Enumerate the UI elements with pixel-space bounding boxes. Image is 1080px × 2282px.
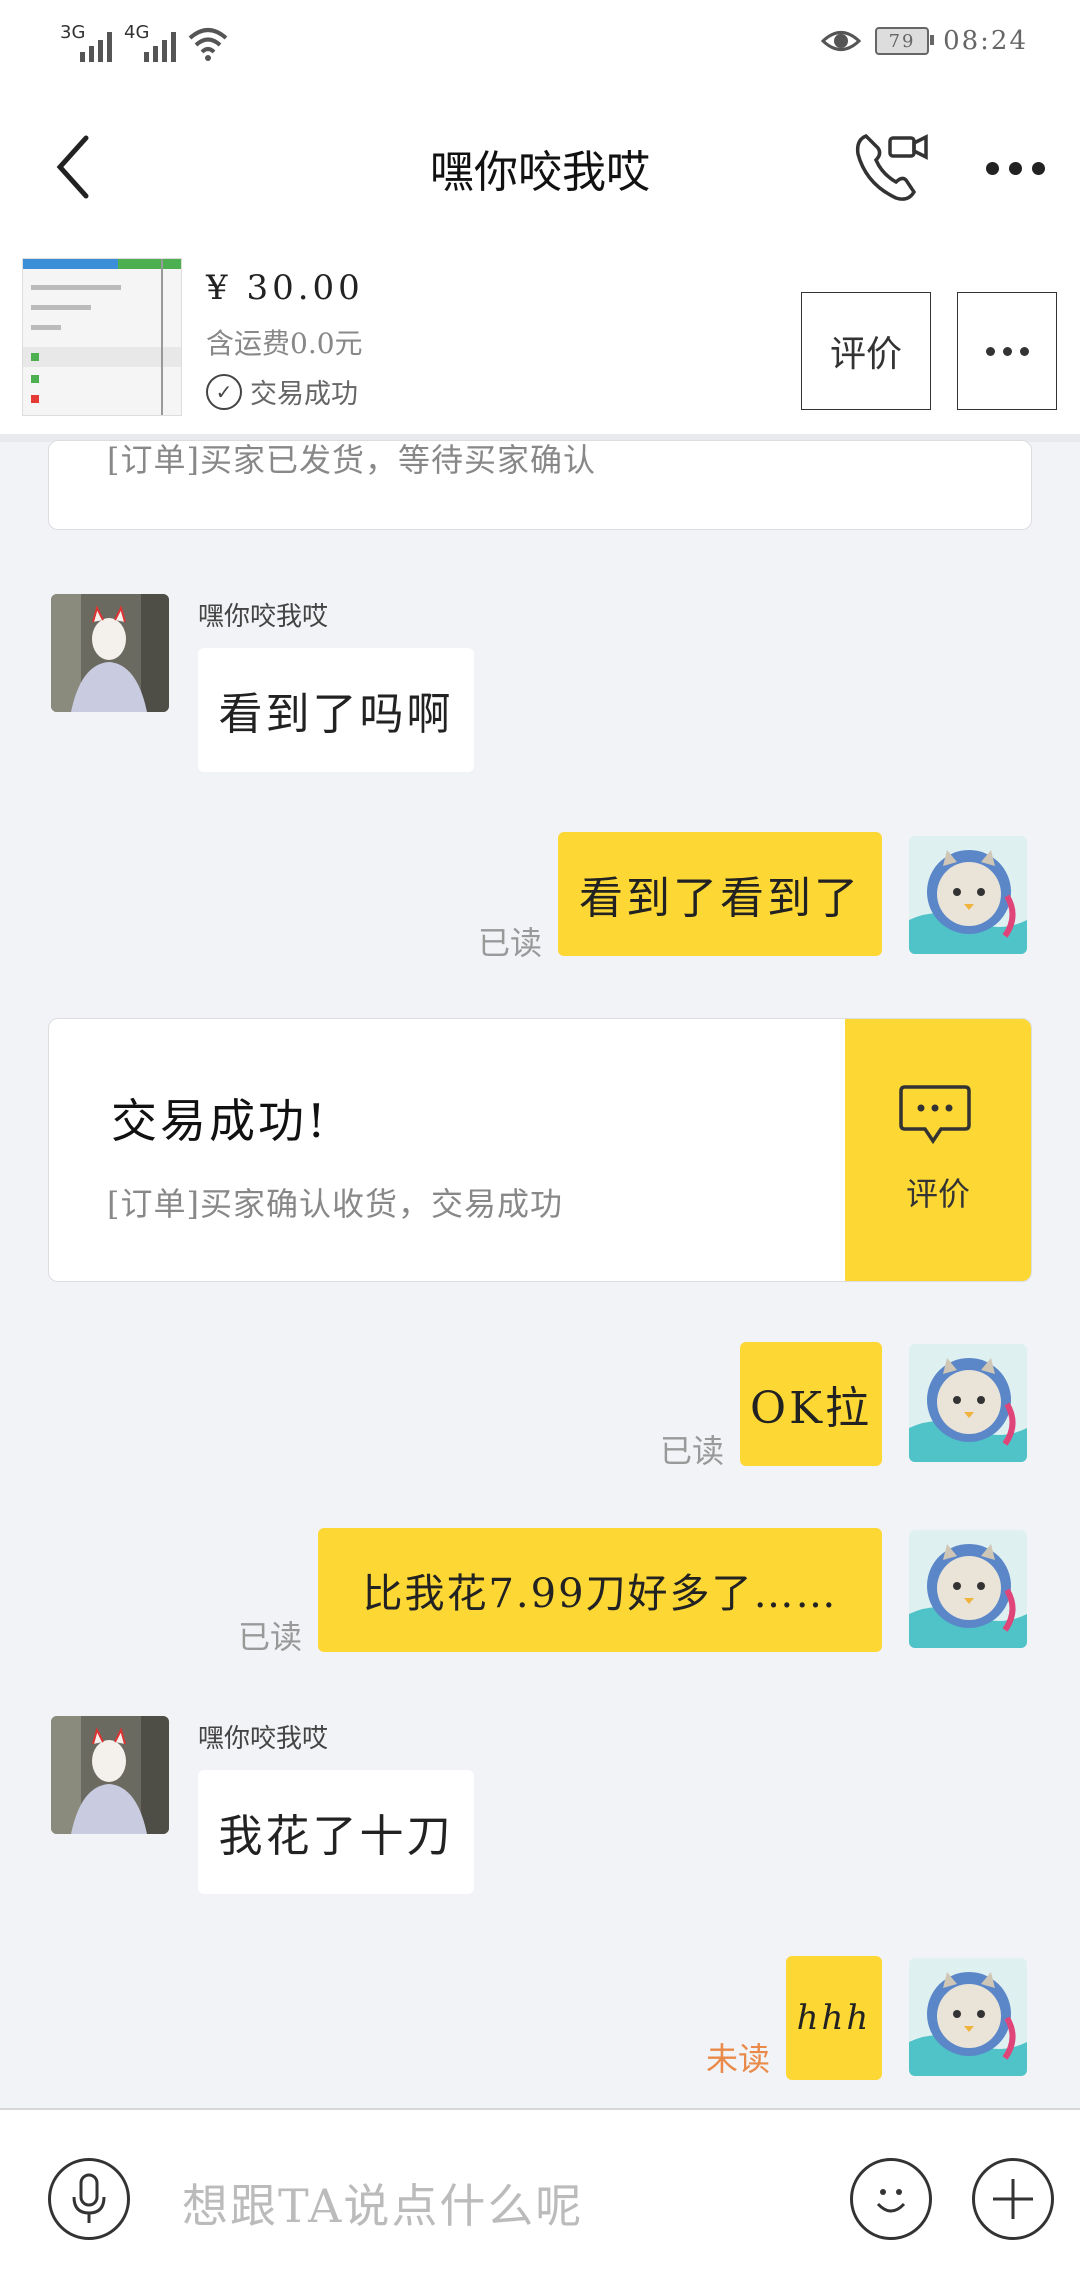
my-avatar[interactable]	[909, 1344, 1027, 1462]
unread-status: 未读	[706, 2040, 771, 2078]
order-shipped-card[interactable]: [订单]买家已发货，等待买家确认	[48, 440, 1032, 530]
avatar[interactable]	[51, 594, 169, 712]
message-bubble-left[interactable]: 我花了十刀	[198, 1770, 474, 1894]
message-bubble-right[interactable]: hhh	[786, 1956, 882, 2080]
product-more-button[interactable]	[957, 292, 1057, 410]
check-circle-icon: ✓	[206, 373, 242, 410]
review-action[interactable]: 评价	[845, 1019, 1031, 1281]
my-avatar[interactable]	[909, 1958, 1027, 2076]
read-status: 已读	[238, 1618, 303, 1656]
read-status: 已读	[478, 924, 543, 962]
voice-button[interactable]	[48, 2158, 130, 2240]
sender-name: 嘿你咬我哎	[198, 602, 329, 632]
battery-level: 79	[888, 30, 916, 52]
add-button[interactable]	[972, 2158, 1054, 2240]
shipping-fee: 含运费0.0元	[206, 327, 363, 360]
wifi-icon	[188, 28, 228, 61]
message-bubble-left[interactable]: 看到了吗啊	[198, 648, 474, 772]
message-bubble-right[interactable]: 比我花7.99刀好多了……	[318, 1528, 882, 1652]
avatar[interactable]	[51, 1716, 169, 1834]
product-price: ¥ 30.00	[206, 268, 364, 308]
deal-success-card[interactable]: 交易成功! [订单]买家确认收货，交易成功 评价	[48, 1018, 1032, 1282]
battery-icon: 79	[875, 27, 935, 55]
sender-name: 嘿你咬我哎	[198, 1724, 329, 1754]
eye-icon	[821, 31, 862, 51]
emoji-button[interactable]	[850, 2158, 932, 2240]
message-input[interactable]: 想跟TA说点什么呢	[182, 2170, 583, 2236]
message-input-bar: 想跟TA说点什么呢	[0, 2108, 1080, 2282]
deal-success-title: 交易成功!	[111, 1094, 329, 1148]
more-dots-icon	[985, 346, 1029, 356]
chat-bubble-icon	[899, 1085, 971, 1145]
microphone-icon	[72, 2173, 106, 2223]
message-bubble-right[interactable]: OK拉	[740, 1342, 882, 1466]
read-status: 已读	[660, 1432, 725, 1470]
my-avatar[interactable]	[909, 836, 1027, 954]
smiley-icon	[876, 2189, 906, 2213]
more-options-icon[interactable]	[986, 162, 1045, 175]
review-action-label: 评价	[905, 1175, 970, 1213]
deal-status-label: 交易成功	[250, 379, 358, 410]
product-thumbnail[interactable]	[22, 258, 182, 416]
review-button[interactable]: 评价	[801, 292, 931, 410]
signal-icon-2	[144, 28, 176, 62]
order-shipped-text: [订单]买家已发货，等待买家确认	[107, 441, 596, 479]
deal-success-subtitle: [订单]买家确认收货，交易成功	[107, 1185, 563, 1223]
chat-header: 嘿你咬我哎	[0, 92, 1080, 242]
plus-icon	[993, 2179, 1033, 2219]
clock: 08:24	[943, 26, 1028, 56]
video-call-icon[interactable]	[852, 128, 932, 208]
message-bubble-right[interactable]: 看到了看到了	[558, 832, 882, 956]
deal-status: ✓ 交易成功	[206, 372, 358, 411]
status-bar: 3G 4G 79 08:24	[0, 0, 1080, 92]
status-right-group: 79 08:24	[821, 26, 1028, 56]
product-bar: ¥ 30.00 含运费0.0元 ✓ 交易成功 评价	[0, 242, 1080, 442]
my-avatar[interactable]	[909, 1530, 1027, 1648]
signal-icon	[80, 28, 112, 62]
